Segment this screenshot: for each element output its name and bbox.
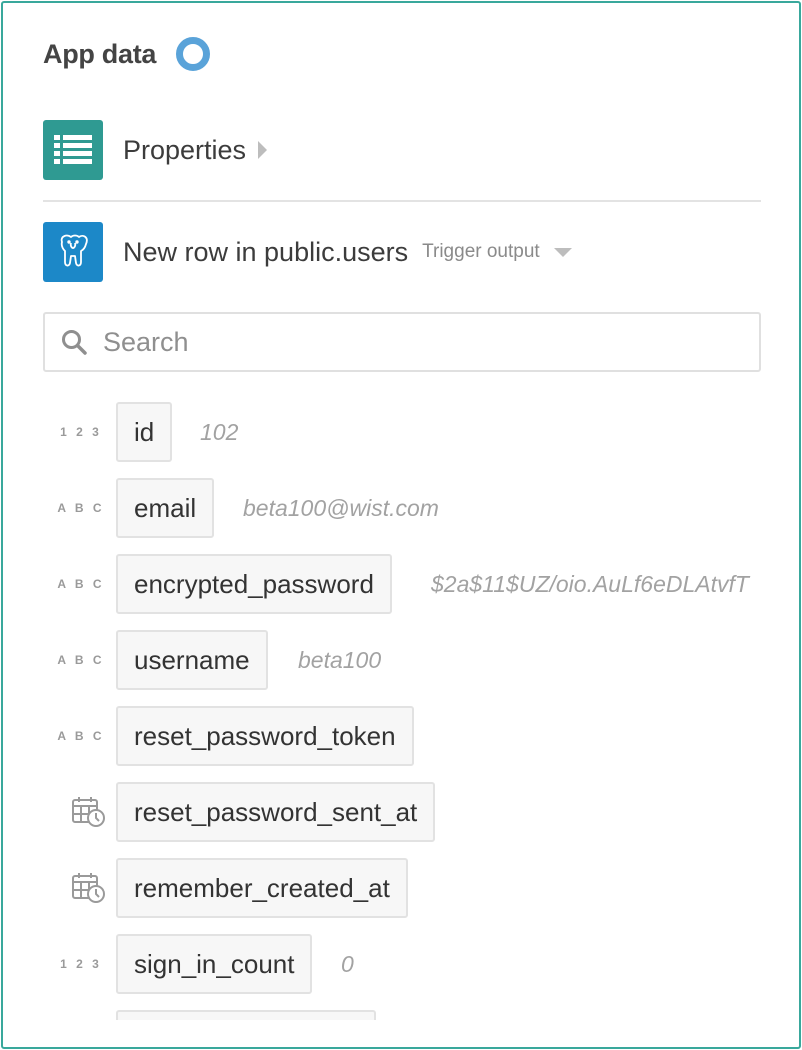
text-type-indicator: A B C — [57, 729, 105, 743]
loading-ring-icon — [176, 37, 211, 71]
field-pill-email[interactable]: email — [116, 478, 215, 538]
field-pill-sign-in-count[interactable]: sign_in_count — [116, 934, 313, 994]
field-value-email: beta100@wist.com — [243, 494, 439, 521]
chevron-right-icon — [258, 141, 268, 159]
search-icon — [62, 330, 87, 355]
field-pill-reset-password-sent-at[interactable]: reset_password_sent_at — [116, 782, 436, 842]
field-list: 1 2 3 id 102 A B C email beta100@wist.co… — [3, 402, 799, 1020]
text-type-indicator: A B C — [57, 653, 105, 667]
postgresql-elephant-icon — [43, 222, 103, 282]
field-pill-partial[interactable] — [116, 1010, 376, 1020]
field-value-sign-in-count: 0 — [341, 950, 354, 977]
field-value-username: beta100 — [298, 646, 382, 673]
trigger-label: New row in public.users — [123, 236, 409, 267]
text-type-indicator: A B C — [57, 577, 105, 591]
search-input[interactable] — [101, 325, 705, 359]
panel-header: App data — [43, 37, 211, 71]
chevron-down-icon[interactable] — [553, 247, 572, 257]
field-pill-reset-password-token[interactable]: reset_password_token — [116, 706, 414, 766]
field-pill-encrypted-password[interactable]: encrypted_password — [116, 554, 392, 614]
calendar-clock-icon — [72, 797, 105, 827]
field-pill-id[interactable]: id — [116, 402, 173, 462]
list-icon — [43, 120, 103, 180]
properties-label: Properties — [123, 134, 247, 165]
properties-row[interactable]: Properties — [43, 120, 268, 180]
trigger-row: New row in public.users Trigger output — [43, 222, 572, 282]
trigger-output-dropdown[interactable]: Trigger output — [422, 241, 540, 263]
number-type-indicator: 1 2 3 — [60, 957, 102, 971]
field-value-encrypted-password: $2a$11$UZ/oio.AuLf6eDLAtvfT — [431, 570, 749, 597]
field-pill-remember-created-at[interactable]: remember_created_at — [116, 858, 408, 918]
calendar-clock-icon — [72, 873, 105, 903]
app-data-panel: App data Properties New row in public.us… — [1, 1, 801, 1049]
number-type-indicator: 1 2 3 — [60, 425, 102, 439]
search-box[interactable] — [43, 312, 761, 372]
divider — [43, 200, 761, 202]
panel-title: App data — [43, 38, 157, 69]
text-type-indicator: A B C — [57, 501, 105, 515]
field-pill-username[interactable]: username — [116, 630, 268, 690]
field-value-id: 102 — [200, 418, 239, 445]
